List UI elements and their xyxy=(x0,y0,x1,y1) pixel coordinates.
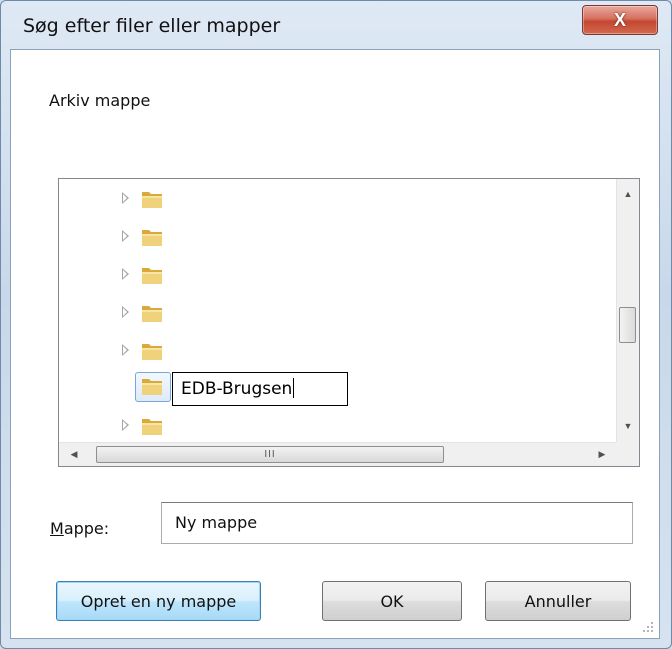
scrollbar-corner xyxy=(616,442,639,466)
tree-item[interactable] xyxy=(59,184,599,214)
chevron-right-icon[interactable] xyxy=(122,192,129,204)
rename-input[interactable]: EDB-Brugsen xyxy=(172,372,348,406)
text-caret xyxy=(293,378,295,398)
folder-icon xyxy=(142,379,162,395)
vertical-scroll-thumb[interactable] xyxy=(619,307,636,343)
dialog-description: Arkiv mappe xyxy=(49,91,151,110)
chevron-right-icon[interactable] xyxy=(122,230,129,242)
chevron-right-icon[interactable] xyxy=(122,419,129,431)
chevron-right-icon[interactable] xyxy=(122,306,129,318)
folder-label-accesskey: M xyxy=(50,519,64,538)
folder-icon xyxy=(142,192,162,208)
new-folder-button[interactable]: Opret en ny mappe xyxy=(56,581,261,621)
chevron-right-icon[interactable] xyxy=(122,268,129,280)
dialog-window: Søg efter filer eller mapper X Arkiv map… xyxy=(0,0,672,649)
folder-icon xyxy=(142,419,162,435)
scroll-left-arrow-icon[interactable]: ◀ xyxy=(63,443,85,466)
folder-tree[interactable]: EDB-Brugsen ▲ ▼ ◀ III ▶ xyxy=(58,178,640,467)
scroll-grip-icon: III xyxy=(264,449,276,460)
scroll-up-arrow-icon[interactable]: ▲ xyxy=(617,183,639,205)
window-title: Søg efter filer eller mapper xyxy=(23,15,281,37)
folder-label: Mappe: xyxy=(50,519,109,538)
title-bar[interactable]: Søg efter filer eller mapper X xyxy=(1,1,672,49)
tree-item[interactable] xyxy=(59,336,599,366)
folder-icon xyxy=(142,306,162,322)
dialog-client: Arkiv mappe EDB-Brugsen ▲ ▼ ◀ III ▶ Mapp… xyxy=(10,49,660,639)
scroll-right-arrow-icon[interactable]: ▶ xyxy=(591,443,613,466)
cancel-button[interactable]: Annuller xyxy=(485,581,631,621)
vertical-scrollbar[interactable]: ▲ ▼ xyxy=(616,179,639,443)
folder-name-input[interactable]: Ny mappe xyxy=(161,502,633,544)
rename-input-text: EDB-Brugsen xyxy=(181,379,293,399)
chevron-right-icon[interactable] xyxy=(122,344,129,356)
folder-icon xyxy=(142,230,162,246)
tree-item[interactable] xyxy=(59,298,599,328)
scroll-down-arrow-icon[interactable]: ▼ xyxy=(617,415,639,437)
tree-item[interactable] xyxy=(59,222,599,252)
resize-grip-icon[interactable] xyxy=(641,620,655,634)
folder-label-text: appe: xyxy=(63,519,110,538)
ok-button[interactable]: OK xyxy=(322,581,462,621)
tree-item-selected[interactable]: EDB-Brugsen xyxy=(59,371,599,406)
horizontal-scroll-thumb[interactable]: III xyxy=(96,446,444,463)
folder-icon xyxy=(142,268,162,284)
close-button[interactable]: X xyxy=(582,5,658,35)
close-icon: X xyxy=(613,9,626,30)
tree-item[interactable] xyxy=(59,260,599,290)
tree-item[interactable] xyxy=(59,411,599,441)
folder-icon xyxy=(142,344,162,360)
horizontal-scrollbar[interactable]: ◀ III ▶ xyxy=(59,442,617,466)
